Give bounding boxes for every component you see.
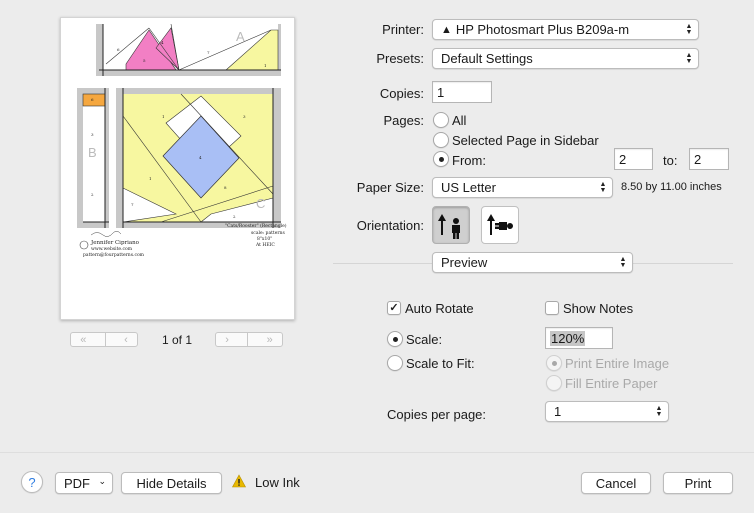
copies-per-page-label: Copies per page: <box>387 407 487 422</box>
scale-to-fit-label: Scale to Fit: <box>406 356 475 371</box>
designer-website: www.website.com <box>91 247 132 252</box>
presets-value: Default Settings <box>441 51 533 66</box>
block-label-a: A <box>236 29 245 44</box>
previous-page-button[interactable]: ‹ <box>124 334 128 346</box>
copies-per-page-popup[interactable]: 1 ▲ ▼ <box>545 401 669 422</box>
pattern-caption-title: "Cats/Rooster" (Rectangle) <box>225 224 287 229</box>
designer-email: pattern@fourpatterns.com <box>83 253 144 258</box>
piece-number: 5 <box>143 58 146 63</box>
presets-popup[interactable]: Default Settings ▲ ▼ <box>432 48 699 69</box>
warning-icon: ▲ <box>441 23 452 36</box>
page-nav-back-group: « ‹ <box>70 332 138 347</box>
pattern-caption-line: scale: patterns <box>251 231 285 236</box>
auto-rotate-checkbox[interactable]: ✓ <box>387 301 401 315</box>
paper-size-popup[interactable]: US Letter ▲ ▼ <box>432 177 613 198</box>
page-indicator: 1 of 1 <box>161 333 193 347</box>
help-button[interactable]: ? <box>21 471 43 493</box>
print-button[interactable]: Print <box>663 472 733 494</box>
paper-dimensions: 8.50 by 11.00 inches <box>621 181 722 193</box>
bottom-separator <box>0 452 754 453</box>
pattern-caption-line: 8"x10" <box>257 237 273 242</box>
piece-number: 4 <box>161 40 164 45</box>
block-b-orange-piece <box>82 93 106 107</box>
first-page-button[interactable]: « <box>80 334 86 346</box>
portrait-orientation-icon <box>438 214 460 239</box>
auto-rotate-label: Auto Rotate <box>405 301 474 316</box>
orientation-portrait-button[interactable] <box>432 206 470 244</box>
pdf-menu-button[interactable]: PDF ⌄ <box>55 472 113 494</box>
chevron-updown-icon: ▲ ▼ <box>655 405 663 418</box>
pages-to-label: to: <box>663 153 678 168</box>
piece-number: 2 <box>233 214 236 219</box>
pages-selected-label: Selected Page in Sidebar <box>452 133 599 148</box>
low-ink-label: Low Ink <box>255 475 300 490</box>
chevron-updown-icon: ▲ ▼ <box>599 181 607 194</box>
scale-value: 120% <box>550 330 586 346</box>
next-page-button[interactable]: › <box>225 334 229 346</box>
pages-selected-radio[interactable] <box>433 132 449 148</box>
cancel-button[interactable]: Cancel <box>581 472 651 494</box>
scale-to-fit-radio[interactable] <box>387 355 403 371</box>
orientation-landscape-button[interactable] <box>481 206 519 244</box>
piece-number: 7 <box>207 50 210 55</box>
last-page-button[interactable]: » <box>267 334 273 346</box>
fill-entire-paper-radio[interactable] <box>546 375 562 391</box>
block-label-c: C <box>256 196 266 211</box>
piece-number: 2 <box>91 192 94 197</box>
piece-number: 4 <box>199 155 202 160</box>
pages-from-field[interactable]: 2 <box>614 148 653 170</box>
pages-all-radio[interactable] <box>433 112 449 128</box>
pages-from-radio[interactable] <box>433 151 449 167</box>
paper-size-label: Paper Size: <box>356 180 424 195</box>
designer-name: Jennifer Cipriano <box>91 240 139 246</box>
print-entire-image-radio[interactable] <box>546 355 562 371</box>
block-label-b: B <box>88 145 97 160</box>
scale-label: Scale: <box>406 332 443 347</box>
hide-details-button[interactable]: Hide Details <box>121 472 222 494</box>
piece-number: 3 <box>91 132 94 137</box>
fill-entire-paper-label: Fill Entire Paper <box>565 376 658 391</box>
piece-number: 1 <box>149 176 152 181</box>
quilt-pattern-illustration <box>77 23 281 250</box>
printer-popup[interactable]: ▲ HP Photosmart Plus B209a-m ▲ ▼ <box>432 19 699 40</box>
piece-number: 1 <box>264 63 267 68</box>
scale-radio[interactable] <box>387 331 403 347</box>
page-nav-forward-group: › » <box>215 332 283 347</box>
piece-number: 3 <box>243 114 246 119</box>
pages-to-field[interactable]: 2 <box>689 148 729 170</box>
copies-label: Copies: <box>379 86 424 101</box>
piece-number: 1 <box>162 114 165 119</box>
show-notes-label: Show Notes <box>563 301 634 316</box>
pages-all-label: All <box>452 113 467 128</box>
piece-number: 8 <box>224 185 227 190</box>
piece-number: 7 <box>131 202 134 207</box>
piece-number: 6 <box>91 97 94 102</box>
show-notes-checkbox[interactable] <box>545 301 559 315</box>
designer-logo-icon <box>79 240 89 250</box>
print-section-popup[interactable]: Preview ▲ ▼ <box>432 252 633 273</box>
pdf-label: PDF <box>64 475 90 491</box>
paper-size-value: US Letter <box>441 180 496 195</box>
scale-field[interactable]: 120% <box>545 327 613 349</box>
piece-number: 6 <box>117 47 120 52</box>
pattern-caption-line: At HEIC <box>256 243 275 248</box>
chevron-updown-icon: ▲ ▼ <box>619 256 627 269</box>
chevron-updown-icon: ▲ ▼ <box>685 52 693 65</box>
copies-field[interactable]: 1 <box>432 81 492 103</box>
printer-label: Printer: <box>382 22 424 37</box>
printer-value: HP Photosmart Plus B209a-m <box>455 22 630 37</box>
landscape-orientation-icon <box>487 214 513 235</box>
print-section-value: Preview <box>441 255 488 270</box>
chevron-down-icon: ⌄ <box>98 476 106 486</box>
copies-per-page-value: 1 <box>554 404 562 419</box>
pages-label: Pages: <box>383 113 424 128</box>
orientation-label: Orientation: <box>356 218 424 233</box>
presets-label: Presets: <box>376 51 424 66</box>
print-preview-page: 6 5 4 7 1 6 3 2 1 3 4 1 8 7 2 A B C "Cat… <box>60 17 295 320</box>
low-ink-warning-icon <box>231 474 247 488</box>
chevron-updown-icon: ▲ ▼ <box>685 23 693 36</box>
pages-from-label: From: <box>452 153 486 168</box>
print-entire-image-label: Print Entire Image <box>565 356 670 371</box>
